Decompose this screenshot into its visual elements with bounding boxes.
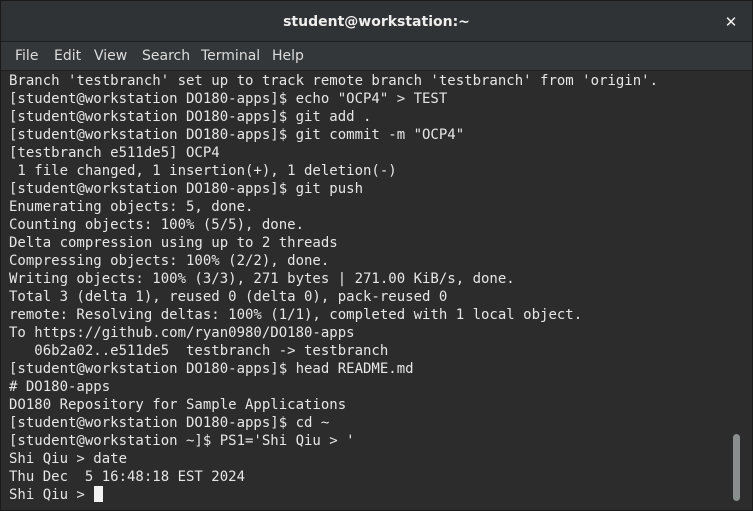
menu-view[interactable]: View bbox=[94, 42, 127, 70]
terminal-line: 1 file changed, 1 insertion(+), 1 deleti… bbox=[9, 163, 397, 179]
terminal-line: [student@workstation DO180-apps]$ git pu… bbox=[9, 181, 364, 197]
window-title: student@workstation:~ bbox=[283, 14, 470, 30]
menu-edit[interactable]: Edit bbox=[54, 42, 81, 70]
terminal-window: student@workstation:~ ✕ File Edit View S… bbox=[0, 0, 753, 511]
terminal-line: [student@workstation DO180-apps]$ echo "… bbox=[9, 91, 448, 107]
terminal-line: DO180 Repository for Sample Applications bbox=[9, 397, 347, 413]
terminal-line: Branch 'testbranch' set up to track remo… bbox=[9, 73, 659, 89]
terminal-line: [student@workstation ~]$ PS1='Shi Qiu > … bbox=[9, 433, 355, 449]
terminal-line: Total 3 (delta 1), reused 0 (delta 0), p… bbox=[9, 289, 448, 305]
terminal-output[interactable]: Branch 'testbranch' set up to track remo… bbox=[1, 71, 731, 504]
terminal-line: remote: Resolving deltas: 100% (1/1), co… bbox=[9, 307, 583, 323]
menu-terminal[interactable]: Terminal bbox=[201, 42, 260, 70]
menu-search[interactable]: Search bbox=[142, 42, 190, 70]
terminal-line: [student@workstation DO180-apps]$ git ad… bbox=[9, 109, 372, 125]
terminal-prompt-line[interactable]: Shi Qiu > bbox=[9, 486, 658, 504]
terminal-line: [student@workstation DO180-apps]$ cd ~ bbox=[9, 415, 330, 431]
window-bottom-edge bbox=[1, 504, 752, 510]
terminal-line: Writing objects: 100% (3/3), 271 bytes |… bbox=[9, 271, 515, 287]
terminal-line: 06b2a02..e511de5 testbranch -> testbranc… bbox=[9, 343, 389, 359]
terminal-line: # DO180-apps bbox=[9, 379, 111, 395]
terminal-line: Thu Dec 5 16:48:18 EST 2024 bbox=[9, 469, 246, 485]
scrollbar-thumb[interactable] bbox=[733, 434, 740, 501]
menu-bar: File Edit View Search Terminal Help bbox=[1, 42, 752, 71]
title-bar[interactable]: student@workstation:~ ✕ bbox=[1, 1, 752, 42]
menu-help[interactable]: Help bbox=[272, 42, 304, 70]
terminal-lines: Branch 'testbranch' set up to track remo… bbox=[9, 72, 658, 504]
menu-file[interactable]: File bbox=[15, 42, 38, 70]
terminal-line: [student@workstation DO180-apps]$ head R… bbox=[9, 361, 414, 377]
prompt-text: Shi Qiu > bbox=[9, 487, 94, 503]
terminal-line: Delta compression using up to 2 threads bbox=[9, 235, 338, 251]
terminal-line: Enumerating objects: 5, done. bbox=[9, 199, 254, 215]
text-cursor bbox=[94, 486, 104, 502]
terminal-line: [student@workstation DO180-apps]$ git co… bbox=[9, 127, 465, 143]
terminal-line: Compressing objects: 100% (2/2), done. bbox=[9, 253, 330, 269]
terminal-line: Counting objects: 100% (5/5), done. bbox=[9, 217, 305, 233]
terminal-line: To https://github.com/ryan0980/DO180-app… bbox=[9, 325, 355, 341]
close-button[interactable]: ✕ bbox=[720, 11, 742, 33]
terminal-line: [testbranch e511de5] OCP4 bbox=[9, 145, 220, 161]
terminal-line: Shi Qiu > date bbox=[9, 451, 128, 467]
